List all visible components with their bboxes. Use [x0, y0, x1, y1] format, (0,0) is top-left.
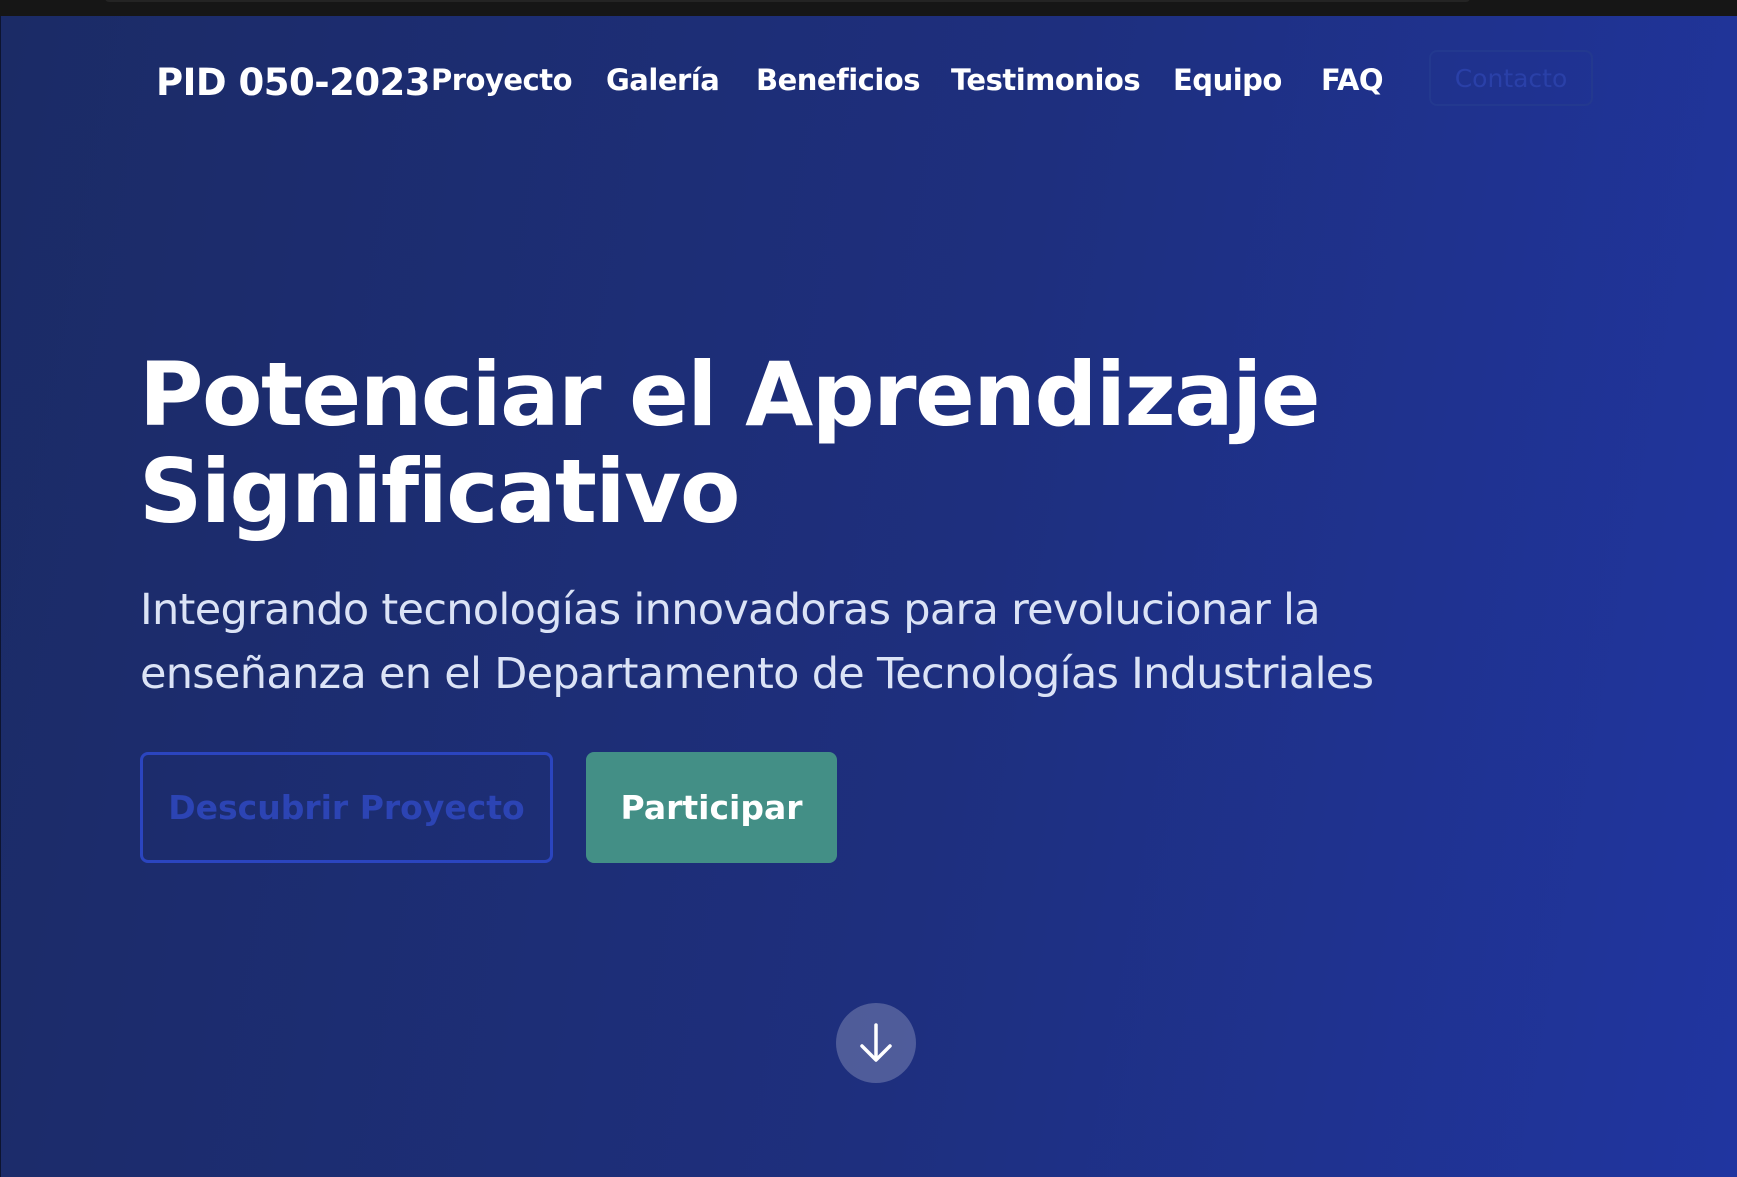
- nav-link-equipo[interactable]: Equipo: [1173, 63, 1282, 97]
- browser-top-bar: [0, 0, 1737, 16]
- hero-subtitle-line-1: Integrando tecnologías innovadoras para …: [140, 585, 1321, 635]
- hero-page: PID 050-2023 Proyecto Galería Beneficios…: [0, 16, 1737, 1177]
- participate-button[interactable]: Participar: [586, 752, 837, 863]
- hero-title-line-2: Significativo: [139, 440, 740, 543]
- nav-link-beneficios[interactable]: Beneficios: [756, 63, 920, 97]
- nav-link-proyecto[interactable]: Proyecto: [431, 63, 573, 97]
- brand-logo-text[interactable]: PID 050-2023: [156, 61, 431, 104]
- nav-link-faq[interactable]: FAQ: [1321, 63, 1384, 97]
- hero-subtitle: Integrando tecnologías innovadoras para …: [140, 578, 1590, 706]
- arrow-down-icon: [860, 1023, 892, 1062]
- browser-tab-strip: [105, 0, 1470, 2]
- contact-button[interactable]: Contacto: [1429, 50, 1593, 106]
- hero-title: Potenciar el Aprendizaje Significativo: [139, 346, 1539, 540]
- discover-project-button[interactable]: Descubrir Proyecto: [140, 752, 553, 863]
- nav-link-testimonios[interactable]: Testimonios: [951, 63, 1141, 97]
- hero-title-line-1: Potenciar el Aprendizaje: [139, 343, 1321, 446]
- nav-link-galeria[interactable]: Galería: [606, 63, 720, 97]
- scroll-down-button[interactable]: [836, 1003, 916, 1083]
- hero-subtitle-line-2: enseñanza en el Departamento de Tecnolog…: [140, 649, 1374, 699]
